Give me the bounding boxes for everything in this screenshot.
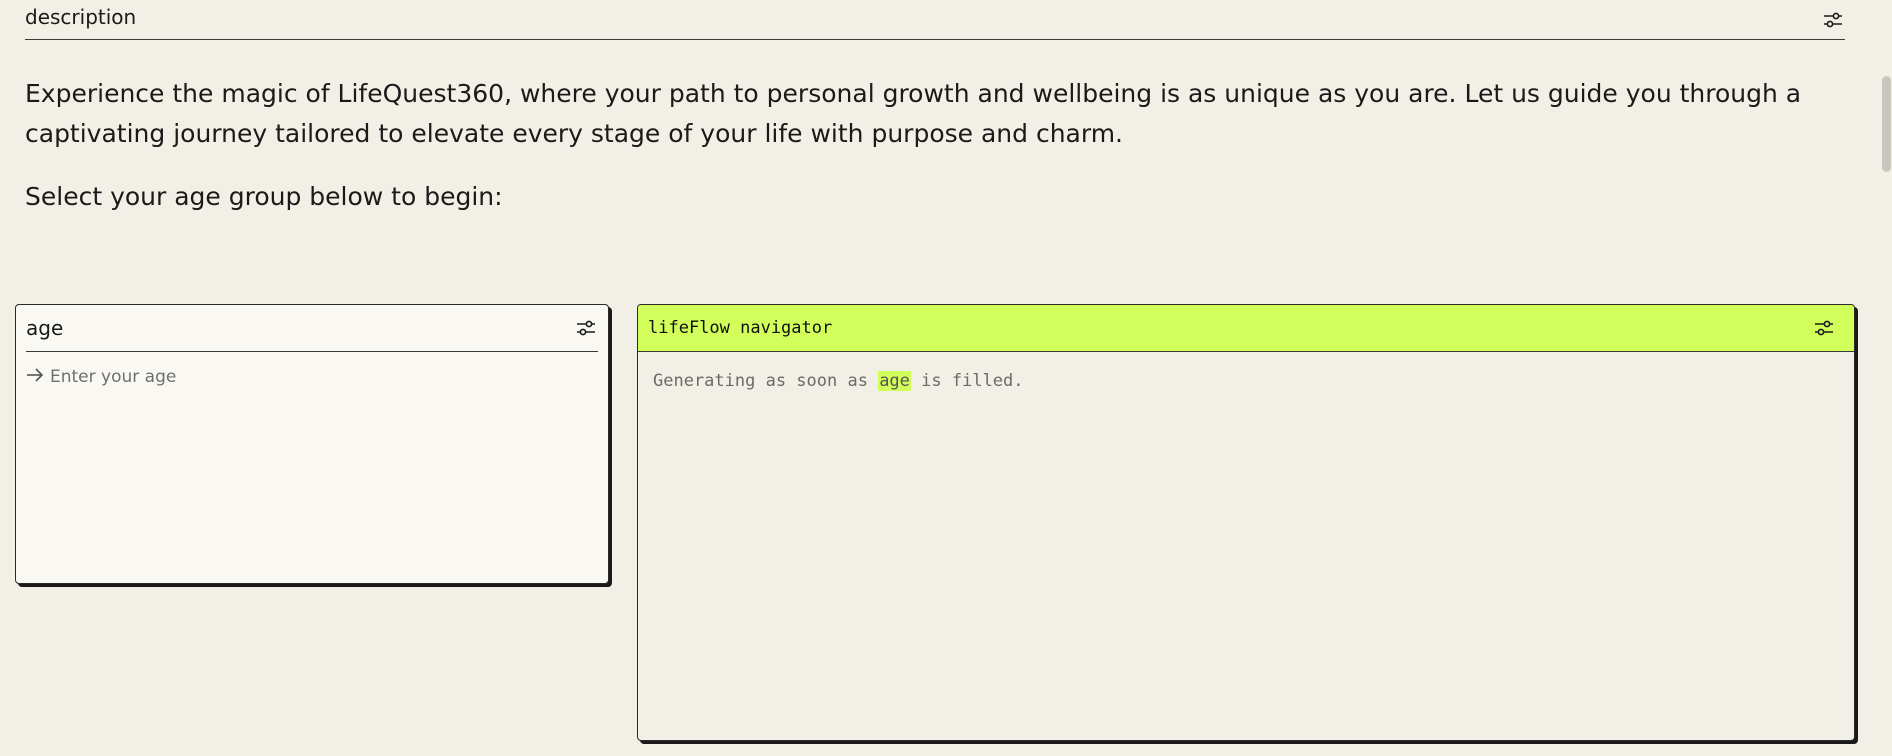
intro-paragraph: Experience the magic of LifeQuest360, wh… <box>25 79 1802 148</box>
scrollbar-track[interactable] <box>1880 0 1892 756</box>
lifeflow-navigator-card: lifeFlow navigator Generating as soon as… <box>637 304 1855 741</box>
page: description Experience the magic of Life… <box>0 0 1892 756</box>
description-label: description <box>25 4 137 29</box>
scrollbar-thumb[interactable] <box>1882 76 1891 172</box>
age-input[interactable] <box>50 367 550 387</box>
age-prompt: Select your age group below to begin: <box>25 182 503 211</box>
navigator-card-header: lifeFlow navigator <box>638 305 1854 352</box>
age-input-row <box>26 367 598 387</box>
age-card-header: age <box>26 305 598 352</box>
description-header: description <box>25 0 1845 40</box>
status-prefix: Generating as soon as <box>653 371 868 391</box>
navigator-status: Generating as soon as age is filled. <box>653 371 1024 391</box>
sliders-icon[interactable] <box>574 316 598 340</box>
arrow-right-icon <box>26 367 44 387</box>
navigator-card-title: lifeFlow navigator <box>648 318 833 338</box>
age-card-title: age <box>26 316 64 340</box>
status-highlight: age <box>878 371 911 391</box>
age-card: age <box>15 304 609 584</box>
sliders-icon[interactable] <box>1812 316 1836 340</box>
status-suffix: is filled. <box>921 371 1024 391</box>
sliders-icon[interactable] <box>1821 8 1845 32</box>
